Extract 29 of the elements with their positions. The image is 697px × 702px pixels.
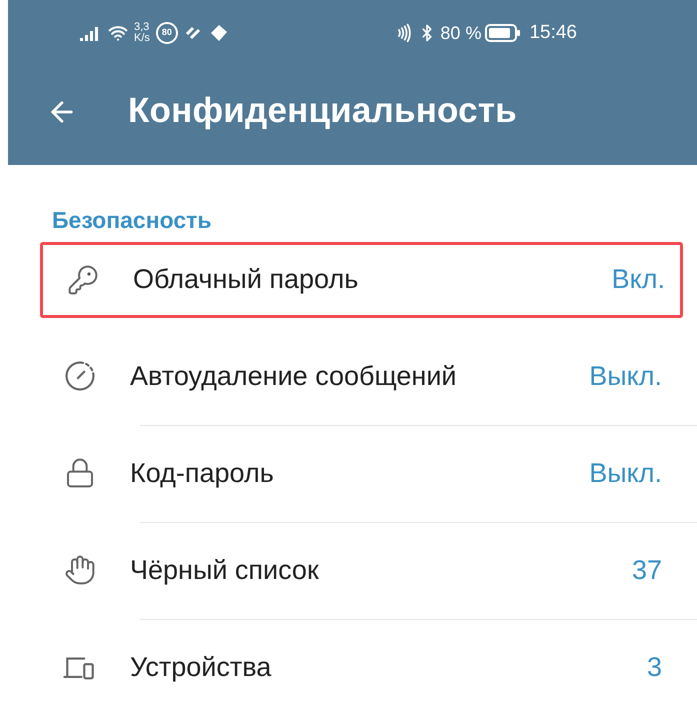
settings-item[interactable]: Облачный пароль Вкл. — [40, 242, 683, 318]
section-header: Безопасность — [52, 207, 212, 233]
settings-item[interactable]: Чёрный список 37 — [40, 522, 697, 618]
battery-percent: 80 % — [440, 22, 482, 44]
settings-item[interactable]: Код-пароль Выкл. — [40, 424, 697, 522]
item-value: Вкл. — [612, 263, 665, 296]
battery-icon — [485, 24, 522, 42]
item-label: Устройства — [130, 650, 272, 684]
speed-unit: K/s — [134, 33, 150, 44]
settings-item[interactable]: Устройства 3 — [40, 618, 697, 702]
item-value: Выкл. — [589, 456, 662, 490]
speed-value: 3,3 — [134, 22, 150, 33]
item-label: Чёрный список — [130, 554, 320, 587]
item-value: Выкл. — [589, 360, 662, 393]
wifi-icon — [108, 23, 128, 43]
lock-icon — [64, 457, 96, 489]
item-value: 3 — [646, 650, 662, 684]
clock-time: 15:46 — [529, 20, 577, 45]
hand-icon — [64, 554, 96, 586]
settings-item[interactable]: Автоудаление сообщений Выкл. — [40, 328, 697, 424]
timer-icon — [63, 359, 97, 393]
screen-title: Конфиденциальность — [128, 90, 517, 132]
status-badge: 80 — [156, 22, 178, 44]
tag-icon — [210, 24, 228, 42]
item-value: 37 — [632, 554, 662, 587]
item-label: Автоудаление сообщений — [130, 360, 458, 393]
item-label: Облачный пароль — [133, 263, 360, 296]
key-icon — [67, 264, 99, 296]
item-label: Код-пароль — [130, 456, 275, 490]
